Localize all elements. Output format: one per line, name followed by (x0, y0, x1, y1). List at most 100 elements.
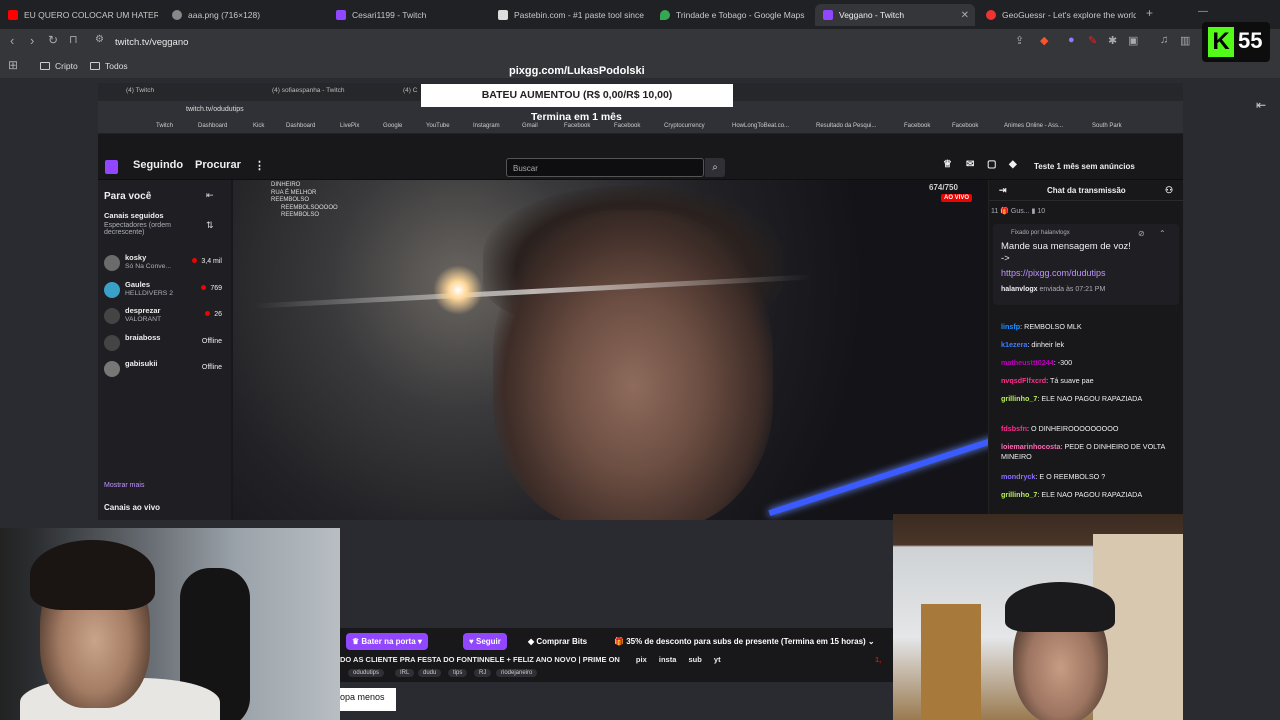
chat-message[interactable]: grillinho_7: ELE NAO PAGOU RAPAZIADA (1001, 490, 1179, 500)
bits-icon[interactable]: ◆ (1009, 159, 1017, 170)
ib-3[interactable]: Dashboard (286, 123, 315, 129)
tab-veggano[interactable]: Veggano - Twitch ✕ (815, 4, 975, 26)
collapse-icon[interactable]: ⇤ (1256, 98, 1266, 112)
chevron-up-icon[interactable]: ⌃ (1159, 229, 1166, 238)
ib-7[interactable]: Instagram (473, 123, 500, 129)
new-tab-icon[interactable]: + (1146, 6, 1153, 20)
tab-youtube[interactable]: EU QUERO COLOCAR UM HATER DO (8, 4, 158, 26)
extension-red-icon[interactable]: ✎ (1088, 34, 1097, 47)
kick-logo-icon: K (1208, 27, 1234, 57)
ib-0[interactable]: Twitch (156, 123, 173, 129)
chat-message[interactable]: nvqsdFlfxcrd: Tá suave pae (1001, 376, 1179, 386)
ib-13[interactable]: Resultado da Pesqui... (816, 123, 876, 129)
search-input[interactable]: Buscar (506, 158, 704, 177)
channel-game: HELLDIVERS 2 (125, 289, 173, 297)
media-icon[interactable]: ♫ (1160, 34, 1168, 46)
tab-pastebin[interactable]: Pastebin.com - #1 paste tool since 2 (498, 4, 644, 26)
chat-username: mondryck (1001, 472, 1036, 481)
ib-12[interactable]: HowLongToBeat.co... (732, 123, 789, 129)
ib-8[interactable]: Gmail (522, 123, 538, 129)
inner-tab-1[interactable]: (4) Twitch (126, 87, 154, 94)
chat-message[interactable]: loiemarinhocosta: PEDE O DINHEIRO DE VOL… (1001, 442, 1179, 462)
inner-url[interactable]: twitch.tv/odudutips (186, 106, 244, 113)
tab-cesari[interactable]: Cesari1199 - Twitch (336, 4, 486, 26)
tag[interactable]: tips (448, 669, 468, 677)
notifications-icon[interactable]: ✉ (966, 159, 974, 170)
search-icon[interactable]: ⌕ (705, 158, 725, 177)
twitch-top-nav: Seguindo Procurar ⋮ Buscar ⌕ ♕ ✉ ▢ ◆ Tes… (98, 134, 1183, 180)
forward-icon[interactable]: › (30, 33, 34, 48)
sort-icon[interactable]: ⇅ (206, 220, 214, 231)
reload-icon[interactable]: ↻ (48, 33, 58, 47)
tag[interactable]: odudutips (348, 669, 385, 677)
extension-icon[interactable]: ● (1068, 34, 1075, 46)
channel-action-bar: ♛ Bater na porta ▾ ♥ Seguir ◆ Comprar Bi… (340, 628, 895, 655)
tag[interactable]: IRL (395, 669, 415, 677)
nav-browse[interactable]: Procurar (195, 159, 241, 171)
ib-15[interactable]: Facebook (952, 123, 978, 129)
minimize-icon[interactable]: — (1198, 6, 1208, 17)
sort-label[interactable]: Espectadores (ordem decrescente) (104, 222, 194, 236)
ib-4[interactable]: LivePix (340, 123, 359, 129)
nav-following[interactable]: Seguindo (133, 159, 183, 171)
share-icon[interactable]: ⇪ (1015, 34, 1024, 47)
sidebar-channel[interactable]: Gaules HELLDIVERS 2 769 (104, 279, 226, 303)
follow-button[interactable]: ♥ Seguir (463, 633, 507, 650)
hide-icon[interactable]: ⊘ (1138, 229, 1145, 238)
chat-message[interactable]: grillinho_7: ELE NAO PAGOU RAPAZIADA (1001, 394, 1179, 404)
chat-message[interactable]: mondryck: E O REEMBOLSO ? (1001, 472, 1179, 482)
ib-6[interactable]: YouTube (426, 123, 450, 129)
gift-discount-button[interactable]: 🎁 35% de desconto para subs de presente … (608, 633, 881, 650)
users-icon[interactable]: ⚇ (1165, 185, 1173, 196)
back-icon[interactable]: ‹ (10, 33, 14, 48)
site-info-icon[interactable]: ⚙ (95, 34, 104, 45)
bookmark-cripto[interactable]: Cripto (40, 61, 78, 71)
inner-tab-3[interactable]: (4) C (403, 87, 417, 94)
ib-5[interactable]: Google (383, 123, 402, 129)
chat-message[interactable]: linsfp: REMBOLSO MLK (1001, 322, 1179, 332)
knock-button[interactable]: ♛ Bater na porta ▾ (346, 633, 428, 650)
tag[interactable]: RJ (474, 669, 492, 677)
tag[interactable]: dudu (418, 669, 442, 677)
ib-2[interactable]: Kick (253, 123, 264, 129)
tab-image[interactable]: aaa.png (716×128) (172, 4, 322, 26)
ib-1[interactable]: Dashboard (198, 123, 227, 129)
twitch-logo-icon[interactable] (105, 160, 118, 174)
brave-shield-icon[interactable]: ◆ (1040, 34, 1048, 47)
sidebar-toggle-icon[interactable]: ▥ (1180, 34, 1190, 47)
collapse-chat-icon[interactable]: ⇥ (999, 185, 1007, 196)
pinned-link[interactable]: https://pixgg.com/dudutips (1001, 268, 1106, 278)
chat-message[interactable]: matheusttt0244: -300 (1001, 358, 1179, 368)
video-player[interactable]: DINHEIRO RUA É MELHOR REEMBOLSO REEMBOLS… (233, 180, 988, 520)
sidebar-channel[interactable]: kosky Só Na Conve... 3,4 mil (104, 252, 226, 276)
ib-10[interactable]: Facebook (614, 123, 640, 129)
ib-14[interactable]: Facebook (904, 123, 930, 129)
ad-free-promo-button[interactable]: Teste 1 mês sem anúncios (1034, 162, 1135, 171)
inner-tab-2[interactable]: (4) sofiaespanha - Twitch (272, 87, 345, 94)
collapse-sidebar-icon[interactable]: ⇤ (206, 190, 214, 201)
buy-bits-button[interactable]: ◆ Comprar Bits (522, 633, 593, 650)
show-more-link[interactable]: Mostrar mais (104, 482, 144, 489)
ib-11[interactable]: Cryptocurrency (664, 123, 705, 129)
chat-message[interactable]: fdsbsfn: O DINHEIROOOOOOOOO (1001, 424, 1179, 434)
tab-maps[interactable]: Trindade e Tobago - Google Maps (660, 4, 810, 26)
ib-9[interactable]: Facebook (564, 123, 590, 129)
puzzle-icon[interactable]: ✱ (1108, 34, 1117, 47)
sidebar-channel[interactable]: desprezar VALORANT 26 (104, 305, 226, 329)
tag[interactable]: riodejaneiro (496, 669, 538, 677)
chat-message[interactable]: k1ezera: dinheir lek (1001, 340, 1179, 350)
tab-geoguessr[interactable]: GeoGuessr - Let's explore the world! (986, 4, 1136, 26)
bookmark-todos[interactable]: Todos (90, 61, 128, 71)
url-field[interactable]: twitch.tv/veggano (115, 37, 188, 48)
whispers-icon[interactable]: ▢ (987, 159, 996, 170)
sidebar-channel[interactable]: gabisukii Offline (104, 358, 226, 382)
close-tab-icon[interactable]: ✕ (961, 10, 969, 21)
more-icon[interactable]: ⋮ (254, 159, 265, 172)
bookmark-icon[interactable]: ⊓ (69, 33, 78, 46)
apps-grid-icon[interactable]: ⊞ (8, 58, 18, 72)
ib-17[interactable]: South Park (1092, 123, 1122, 129)
screenshot-icon[interactable]: ▣ (1128, 34, 1138, 47)
prime-icon[interactable]: ♕ (943, 159, 952, 170)
ib-16[interactable]: Animes Online - Ass... (1004, 123, 1063, 129)
sidebar-channel[interactable]: braiaboss Offline (104, 332, 226, 356)
